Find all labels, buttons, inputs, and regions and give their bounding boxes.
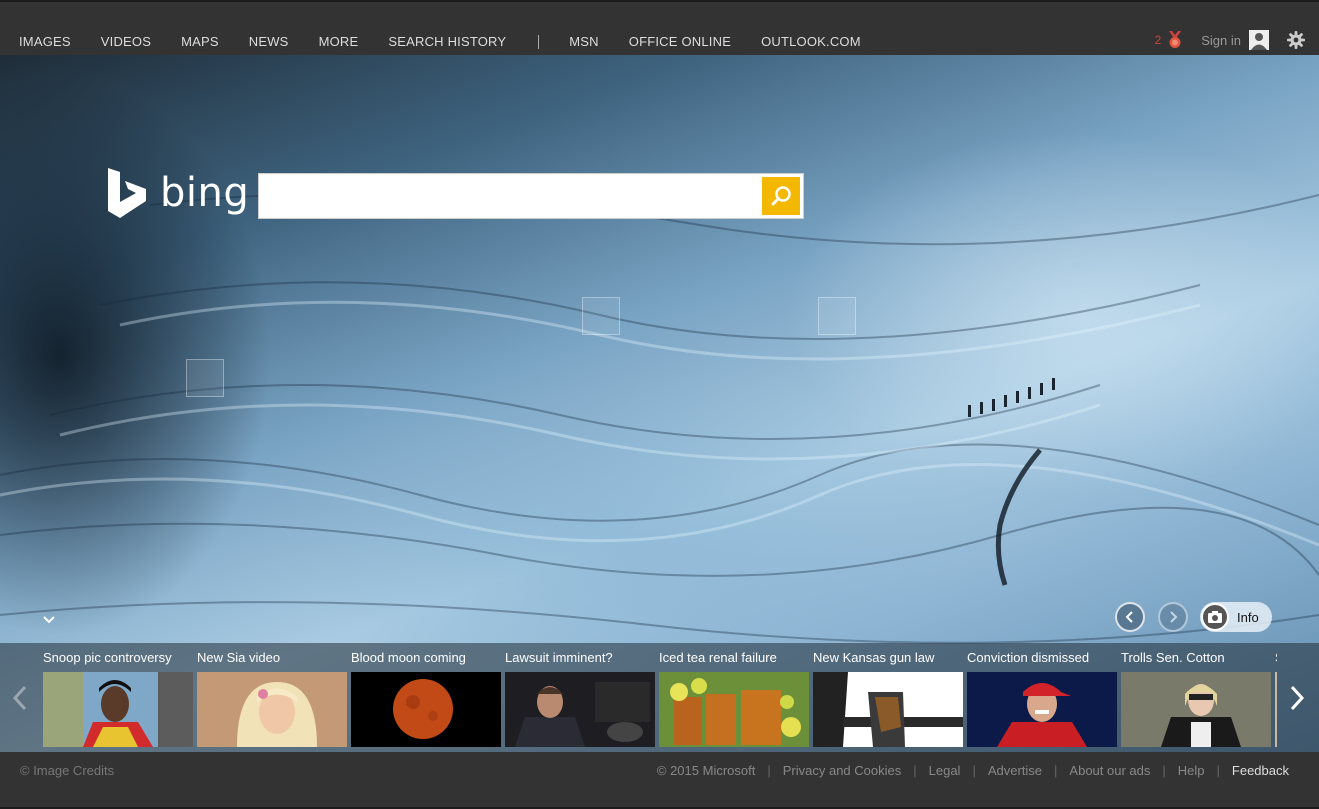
moon-photo bbox=[351, 672, 501, 747]
news-tile[interactable]: New Sia video bbox=[197, 649, 347, 748]
bing-b-icon bbox=[108, 168, 146, 218]
footer: © Image Credits © 2015 Microsoft | Priva… bbox=[0, 752, 1319, 809]
help-link[interactable]: Help bbox=[1178, 763, 1205, 778]
footer-divider: | bbox=[1054, 763, 1058, 778]
nav-images[interactable]: IMAGES bbox=[19, 34, 71, 49]
chevron-left-icon bbox=[12, 685, 27, 711]
image-hotspot[interactable] bbox=[818, 297, 856, 335]
nav-search-history[interactable]: SEARCH HISTORY bbox=[388, 34, 506, 49]
snoop-photo bbox=[43, 672, 193, 747]
account-area: 2 Sign in bbox=[1155, 30, 1305, 50]
image-hotspot[interactable] bbox=[186, 359, 224, 397]
news-tile[interactable]: Iced tea renal failure bbox=[659, 649, 809, 748]
lawsuit-photo bbox=[505, 672, 655, 747]
footer-links: © 2015 Microsoft | Privacy and Cookies |… bbox=[657, 763, 1289, 778]
chevron-right-icon bbox=[1290, 685, 1305, 711]
vanilla-ice-photo bbox=[967, 672, 1117, 747]
news-carousel: Snoop pic controversy New Sia video Bloo… bbox=[0, 643, 1319, 752]
iced-tea-photo bbox=[659, 672, 809, 747]
footer-divider: | bbox=[1162, 763, 1166, 778]
search-box bbox=[258, 173, 804, 219]
news-tile[interactable]: Snoop pic controversy bbox=[43, 649, 193, 748]
news-tile-title: Iced tea renal failure bbox=[659, 650, 777, 665]
partial-photo bbox=[1275, 672, 1277, 747]
carousel-prev-button[interactable] bbox=[8, 683, 32, 713]
footer-divider: | bbox=[1216, 763, 1220, 778]
bing-logo[interactable]: bing bbox=[106, 168, 249, 218]
news-tile[interactable]: Trolls Sen. Cotton bbox=[1121, 649, 1271, 748]
carousel-next-button[interactable] bbox=[1285, 683, 1309, 713]
search-icon bbox=[771, 186, 791, 206]
copyright: © 2015 Microsoft bbox=[656, 763, 756, 778]
chevron-down-icon[interactable] bbox=[40, 611, 58, 629]
rewards-medal-icon[interactable] bbox=[1167, 31, 1183, 49]
footer-divider: | bbox=[913, 763, 917, 778]
legal-link[interactable]: Legal bbox=[929, 763, 961, 778]
nav-maps[interactable]: MAPS bbox=[181, 34, 219, 49]
settings-gear-icon[interactable] bbox=[1287, 31, 1305, 49]
about-ads-link[interactable]: About our ads bbox=[1069, 763, 1150, 778]
chevron-left-icon bbox=[1125, 611, 1133, 623]
cotton-photo bbox=[1121, 672, 1271, 747]
rewards-count[interactable]: 2 bbox=[1155, 33, 1162, 47]
previous-image-button[interactable] bbox=[1115, 602, 1145, 632]
nav-videos[interactable]: VIDEOS bbox=[101, 34, 151, 49]
nav-office-online[interactable]: OFFICE ONLINE bbox=[629, 34, 731, 49]
user-avatar-icon[interactable] bbox=[1249, 30, 1269, 50]
camera-icon bbox=[1201, 603, 1229, 631]
nav-more[interactable]: MORE bbox=[319, 34, 359, 49]
news-tile[interactable]: New Kansas gun law bbox=[813, 649, 963, 748]
news-tile[interactable]: S bbox=[1275, 649, 1277, 748]
sia-photo bbox=[197, 672, 347, 747]
next-image-button[interactable] bbox=[1158, 602, 1188, 632]
chevron-right-icon bbox=[1170, 611, 1178, 623]
nav-news[interactable]: NEWS bbox=[249, 34, 289, 49]
news-tile-title: S bbox=[1275, 649, 1277, 667]
image-hotspot[interactable] bbox=[582, 297, 620, 335]
news-tile-title: Lawsuit imminent? bbox=[505, 650, 613, 665]
nav-msn[interactable]: MSN bbox=[569, 34, 599, 49]
nav-divider bbox=[538, 34, 540, 49]
top-nav: IMAGES VIDEOS MAPS NEWS MORE SEARCH HIST… bbox=[19, 34, 891, 49]
top-bar: IMAGES VIDEOS MAPS NEWS MORE SEARCH HIST… bbox=[0, 0, 1319, 55]
news-tile[interactable]: Lawsuit imminent? bbox=[505, 649, 655, 748]
feedback-link[interactable]: Feedback bbox=[1232, 763, 1289, 778]
advertise-link[interactable]: Advertise bbox=[988, 763, 1042, 778]
image-credits-link[interactable]: © Image Credits bbox=[20, 763, 114, 778]
news-tile-title: Trolls Sen. Cotton bbox=[1121, 650, 1225, 665]
holster-photo bbox=[813, 672, 963, 747]
news-tiles: Snoop pic controversy New Sia video Bloo… bbox=[43, 649, 1277, 749]
sign-in-link[interactable]: Sign in bbox=[1201, 33, 1241, 48]
footer-divider: | bbox=[972, 763, 976, 778]
news-tile-title: Snoop pic controversy bbox=[43, 650, 172, 665]
news-tile[interactable]: Conviction dismissed bbox=[967, 649, 1117, 748]
search-button[interactable] bbox=[762, 177, 800, 215]
footer-divider: | bbox=[767, 763, 771, 778]
image-info-button[interactable]: Info bbox=[1200, 602, 1272, 632]
bing-wordmark: bing bbox=[160, 170, 250, 216]
news-tile-title: New Kansas gun law bbox=[813, 650, 935, 665]
info-label: Info bbox=[1237, 609, 1259, 625]
privacy-link[interactable]: Privacy and Cookies bbox=[783, 763, 902, 778]
news-tile-title: Conviction dismissed bbox=[967, 650, 1090, 665]
news-tile-title: New Sia video bbox=[197, 650, 281, 665]
search-input[interactable] bbox=[259, 174, 759, 218]
nav-outlook[interactable]: OUTLOOK.COM bbox=[761, 34, 861, 49]
news-tile-title: Blood moon coming bbox=[351, 650, 466, 665]
news-tile[interactable]: Blood moon coming bbox=[351, 649, 501, 748]
